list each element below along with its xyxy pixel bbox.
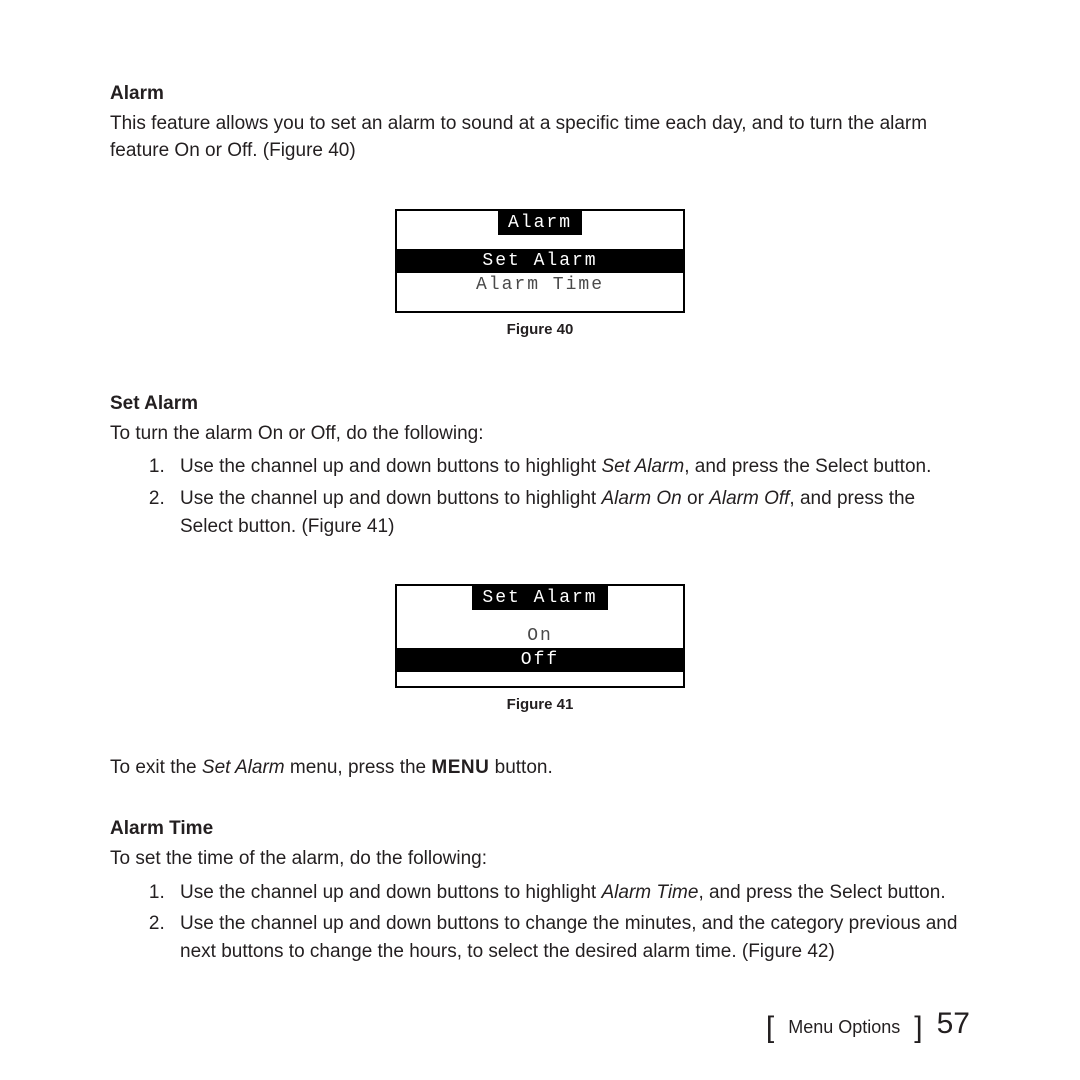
manual-page: Alarm This feature allows you to set an … <box>0 0 1080 1080</box>
lcd-row-item: On <box>397 624 683 648</box>
footer-section: Menu Options <box>788 1014 900 1040</box>
para-set-alarm-intro: To turn the alarm On or Off, do the foll… <box>110 420 970 448</box>
page-footer: [ Menu Options ] 57 <box>766 1009 970 1040</box>
step-italic: Set Alarm <box>601 456 684 477</box>
lcd-spacer <box>397 672 683 686</box>
figure-40: Alarm Set Alarm Alarm Time Figure 40 <box>110 209 970 341</box>
steps-set-alarm: Use the channel up and down buttons to h… <box>110 453 970 540</box>
para-exit-set-alarm: To exit the Set Alarm menu, press the ME… <box>110 754 970 782</box>
step-text: Use the channel up and down buttons to h… <box>180 882 601 903</box>
list-item: Use the channel up and down buttons to h… <box>170 879 970 907</box>
lcd-title-row: Set Alarm <box>397 586 683 610</box>
lcd-row-selected: Off <box>397 648 683 672</box>
steps-alarm-time: Use the channel up and down buttons to h… <box>110 879 970 966</box>
lcd-row-item: Alarm Time <box>397 273 683 297</box>
exit-text: button. <box>489 757 552 778</box>
lcd-row-selected: Set Alarm <box>397 249 683 273</box>
lcd-spacer <box>397 297 683 311</box>
step-text: Use the channel up and down buttons to h… <box>180 456 601 477</box>
list-item: Use the channel up and down buttons to c… <box>170 910 970 965</box>
step-text: Use the channel up and down buttons to h… <box>180 488 601 509</box>
step-text: or <box>682 488 709 509</box>
page-number: 57 <box>937 1009 970 1039</box>
step-text: Use the channel up and down buttons to c… <box>180 913 957 962</box>
bracket-right: ] <box>914 1013 922 1043</box>
exit-italic: Set Alarm <box>202 757 285 778</box>
lcd-title-row: Alarm <box>397 211 683 235</box>
lcd-title: Alarm <box>498 211 582 235</box>
list-item: Use the channel up and down buttons to h… <box>170 453 970 481</box>
figure-41: Set Alarm On Off Figure 41 <box>110 584 970 716</box>
figure-caption: Figure 40 <box>507 319 574 341</box>
para-alarm-desc: This feature allows you to set an alarm … <box>110 110 970 165</box>
lcd-screen: Alarm Set Alarm Alarm Time <box>395 209 685 313</box>
bracket-left: [ <box>766 1013 774 1043</box>
para-alarm-time-intro: To set the time of the alarm, do the fol… <box>110 845 970 873</box>
step-italic: Alarm Off <box>709 488 789 509</box>
exit-text: menu, press the <box>285 757 432 778</box>
step-text: , and press the Select button. <box>698 882 945 903</box>
lcd-title: Set Alarm <box>472 586 607 610</box>
step-italic: Alarm Time <box>601 882 698 903</box>
lcd-spacer <box>397 610 683 624</box>
exit-bold: MENU <box>431 757 489 778</box>
lcd-spacer <box>397 235 683 249</box>
figure-caption: Figure 41 <box>507 694 574 716</box>
exit-text: To exit the <box>110 757 202 778</box>
heading-alarm: Alarm <box>110 80 970 108</box>
step-italic: Alarm On <box>601 488 681 509</box>
lcd-screen: Set Alarm On Off <box>395 584 685 688</box>
step-text: , and press the Select button. <box>684 456 931 477</box>
heading-alarm-time: Alarm Time <box>110 815 970 843</box>
heading-set-alarm: Set Alarm <box>110 390 970 418</box>
list-item: Use the channel up and down buttons to h… <box>170 485 970 540</box>
